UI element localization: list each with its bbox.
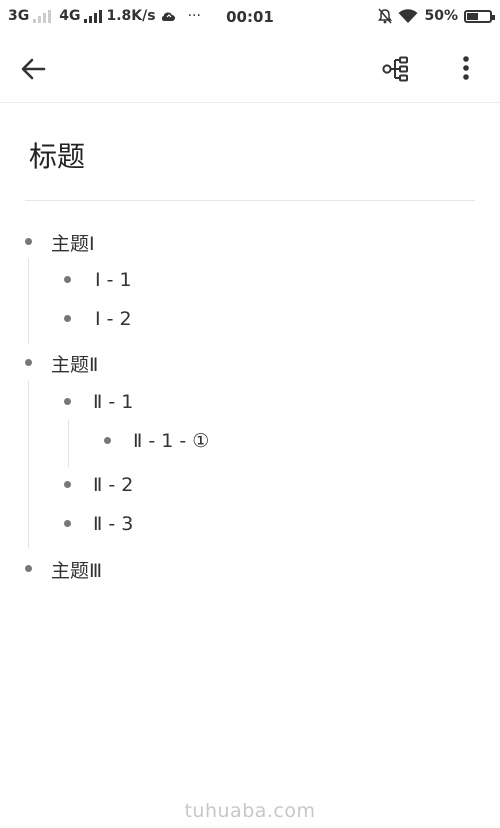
back-button[interactable] <box>18 54 50 84</box>
document-title[interactable]: 标题 <box>29 135 85 175</box>
battery-fill <box>467 12 478 20</box>
status-bar: 3G 4G 1.8K/s ··· 00:01 50% <box>0 0 500 34</box>
bell-muted-icon <box>378 8 393 24</box>
outline-item-topic-2[interactable]: 主题Ⅱ <box>51 349 98 377</box>
watermark: tuhuaba.com <box>184 800 316 822</box>
battery-percent: 50% <box>424 8 458 24</box>
more-vertical-icon <box>463 56 469 80</box>
outline-item-topic-1-1[interactable]: Ⅰ - 1 <box>95 266 132 294</box>
bullet-icon[interactable] <box>64 315 71 322</box>
topic-2-children-guide <box>28 381 29 548</box>
outline-item-topic-3[interactable]: 主题Ⅲ <box>51 555 102 583</box>
outline-item-topic-1[interactable]: 主题Ⅰ <box>51 228 95 256</box>
outline-item-topic-2-2[interactable]: Ⅱ - 2 <box>93 471 133 499</box>
title-divider <box>25 200 475 201</box>
status-right: 50% <box>378 8 495 24</box>
outline-item-topic-2-3[interactable]: Ⅱ - 3 <box>93 510 133 538</box>
bullet-icon[interactable] <box>25 565 32 572</box>
bullet-icon[interactable] <box>25 359 32 366</box>
outline-item-topic-2-1-1[interactable]: Ⅱ - 1 - ① <box>133 427 209 455</box>
mind-map-icon <box>382 56 408 82</box>
arrow-left-icon <box>21 58 46 80</box>
bullet-icon[interactable] <box>104 437 111 444</box>
app-bar <box>0 34 500 103</box>
bullet-icon[interactable] <box>64 481 71 488</box>
battery-icon <box>464 9 495 23</box>
bullet-icon[interactable] <box>64 520 71 527</box>
bullet-icon[interactable] <box>64 276 71 283</box>
outline-item-topic-2-1[interactable]: Ⅱ - 1 <box>93 388 133 416</box>
bullet-icon[interactable] <box>64 398 71 405</box>
bullet-icon[interactable] <box>25 238 32 245</box>
topic-1-children-guide <box>28 258 29 344</box>
topic-2-1-children-guide <box>68 420 69 467</box>
mind-map-button[interactable] <box>380 54 412 84</box>
more-options-button[interactable] <box>454 54 478 84</box>
wifi-icon <box>398 8 418 23</box>
outline-item-topic-1-2[interactable]: Ⅰ - 2 <box>95 305 132 333</box>
